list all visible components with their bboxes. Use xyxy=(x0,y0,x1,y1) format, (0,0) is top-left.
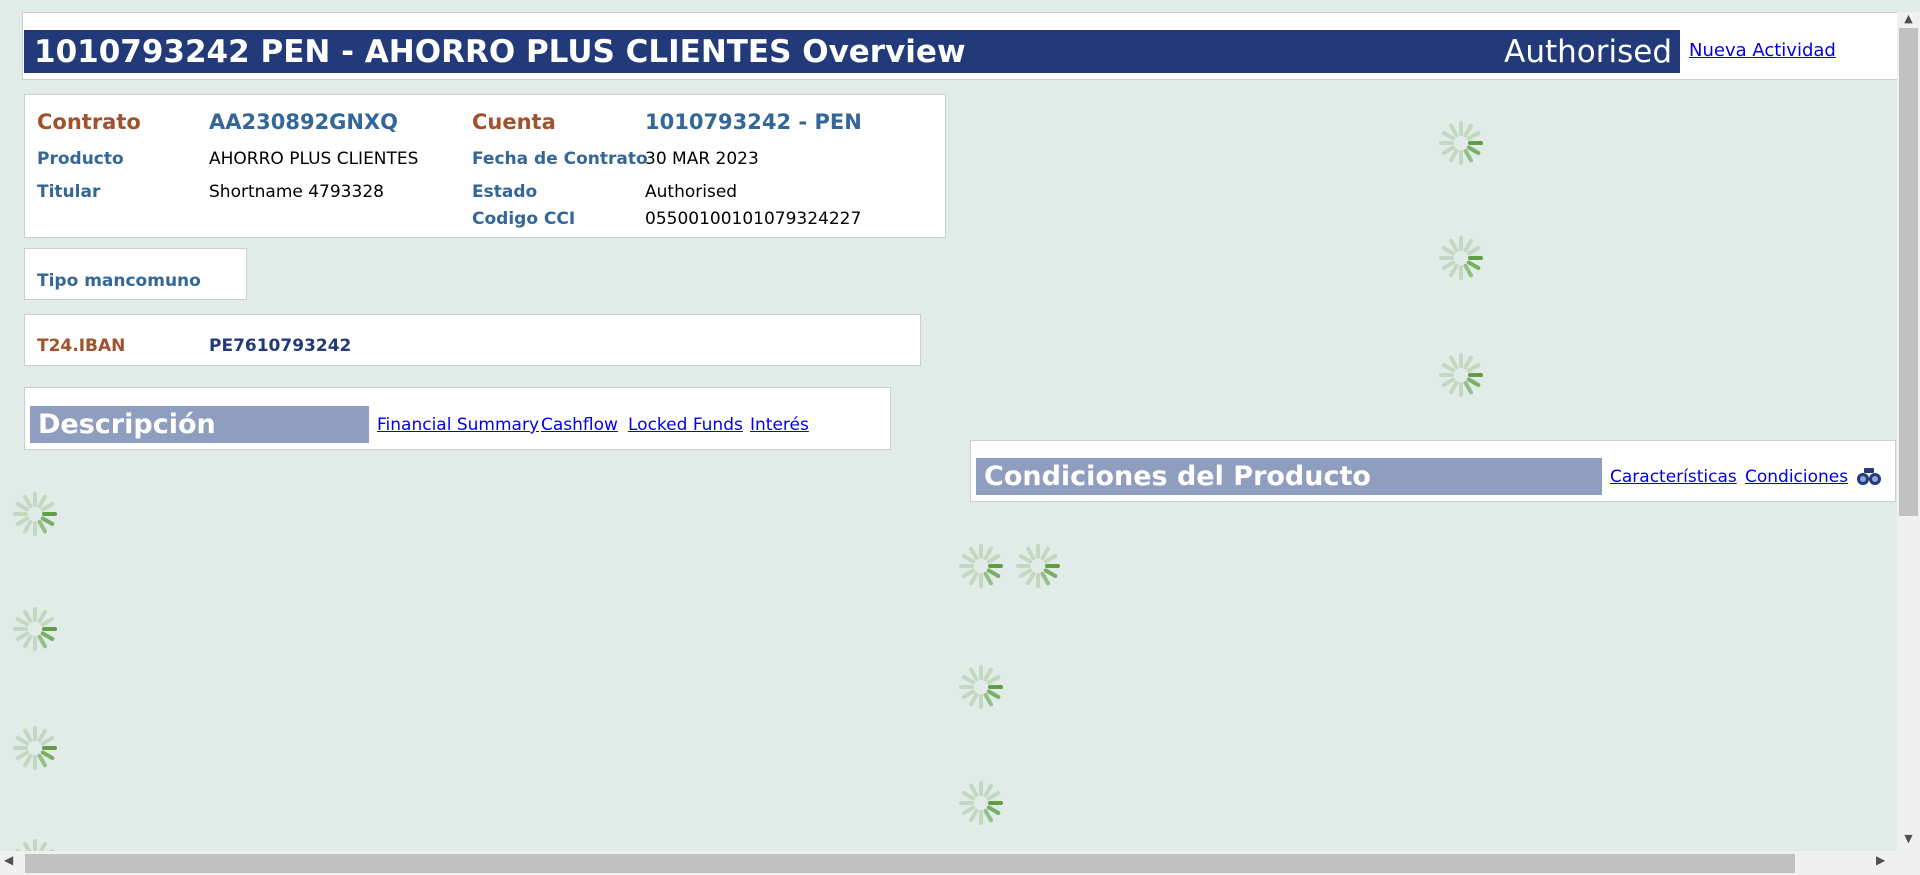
tab-caracteristicas[interactable]: Características xyxy=(1610,467,1737,487)
joint-type-label: Tipo mancomuno xyxy=(37,271,201,291)
tab-cashflow[interactable]: Cashflow xyxy=(541,415,618,435)
loading-spinner-icon xyxy=(13,492,57,536)
loading-spinner-icon xyxy=(959,781,1003,825)
iban-value: PE7610793242 xyxy=(209,336,352,356)
loading-spinner-icon xyxy=(13,607,57,651)
loading-spinner-icon xyxy=(1439,236,1483,280)
loading-spinner-icon xyxy=(1439,353,1483,397)
contrato-label: Contrato xyxy=(37,110,141,134)
scroll-down-icon[interactable]: ▼ xyxy=(1897,832,1920,850)
fecha-value: 30 MAR 2023 xyxy=(645,149,759,169)
loading-spinner-icon xyxy=(1016,544,1060,588)
scroll-right-icon[interactable]: ▶ xyxy=(1876,853,1892,873)
fecha-label: Fecha de Contrato xyxy=(472,149,648,169)
loading-spinner-icon xyxy=(959,544,1003,588)
producto-value: AHORRO PLUS CLIENTES xyxy=(209,149,419,169)
horizontal-scrollbar-thumb[interactable] xyxy=(25,854,1795,873)
description-title: Descripción xyxy=(30,406,369,443)
status-text: Authorised xyxy=(1504,34,1672,70)
scroll-left-icon[interactable]: ◀ xyxy=(4,853,20,873)
estado-value: Authorised xyxy=(645,182,738,202)
loading-spinner-icon xyxy=(1439,121,1483,165)
contrato-value: AA230892GNXQ xyxy=(209,110,399,134)
vertical-scrollbar-thumb[interactable] xyxy=(1899,28,1918,516)
cci-label: Codigo CCI xyxy=(472,209,576,229)
iban-label: T24.IBAN xyxy=(37,336,126,356)
tab-interes[interactable]: Interés xyxy=(750,415,809,435)
cuenta-label: Cuenta xyxy=(472,110,556,134)
binoculars-icon[interactable] xyxy=(1856,466,1882,486)
tab-financial-summary[interactable]: Financial Summary xyxy=(377,415,539,435)
new-activity-link[interactable]: Nueva Actividad xyxy=(1689,40,1836,61)
titular-label: Titular xyxy=(37,182,101,202)
loading-spinner-icon xyxy=(13,726,57,770)
page-title: 1010793242 PEN - AHORRO PLUS CLIENTES Ov… xyxy=(34,34,966,70)
cuenta-value: 1010793242 - PEN xyxy=(645,110,862,134)
producto-label: Producto xyxy=(37,149,124,169)
iban-panel xyxy=(24,314,921,366)
estado-label: Estado xyxy=(472,182,538,202)
conditions-title: Condiciones del Producto xyxy=(976,458,1602,495)
scroll-up-icon[interactable]: ▲ xyxy=(1897,12,1920,28)
loading-spinner-icon xyxy=(959,665,1003,709)
tab-locked-funds[interactable]: Locked Funds xyxy=(628,415,743,435)
cci-value: 05500100101079324227 xyxy=(645,209,862,229)
titular-value: Shortname 4793328 xyxy=(209,182,384,202)
tab-condiciones[interactable]: Condiciones xyxy=(1745,467,1848,487)
